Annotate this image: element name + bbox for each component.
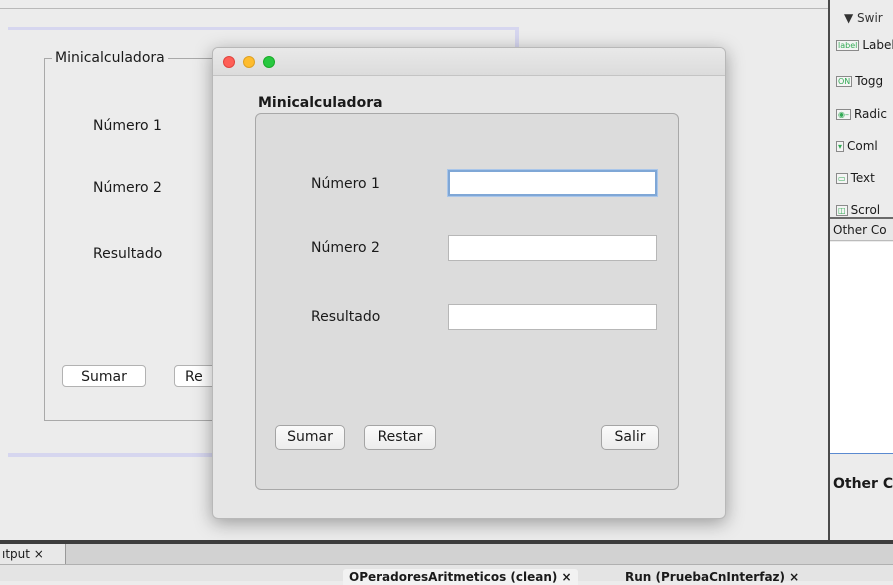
numero-1-input[interactable] xyxy=(448,170,657,196)
app-window: Minicalculadora Número 1 Número 2 Result… xyxy=(212,47,726,519)
palette-item-toggle-text: Togg xyxy=(855,74,884,88)
scroll-icon: ◫ xyxy=(836,205,848,216)
toggle-icon: ON xyxy=(836,76,853,87)
palette-item-label-text: Label xyxy=(862,38,893,52)
label-numero-2: Número 2 xyxy=(311,240,380,256)
palette-item-combo-text: Coml xyxy=(847,139,878,153)
label-resultado: Resultado xyxy=(311,309,381,325)
design-label-num1[interactable]: Número 1 xyxy=(93,118,162,134)
sumar-button[interactable]: Sumar xyxy=(275,425,345,450)
palette-item-text-text: Text xyxy=(850,171,875,185)
palette-other-title: Other C xyxy=(833,476,893,492)
restar-button[interactable]: Restar xyxy=(364,425,436,450)
palette-swing-header[interactable]: ▼ Swir xyxy=(830,8,893,28)
minimize-icon[interactable] xyxy=(243,56,255,68)
palette-other-header[interactable]: Other Co xyxy=(830,219,893,241)
palette-item-radio[interactable]: ◉– Radic xyxy=(836,107,893,127)
palette-item-toggle[interactable]: ON Togg xyxy=(836,74,893,94)
palette-item-text[interactable]: ▭ Text xyxy=(836,171,893,191)
window-heading: Minicalculadora xyxy=(258,95,383,111)
close-icon[interactable] xyxy=(223,56,235,68)
palette-item-label[interactable]: label Label xyxy=(836,38,893,58)
design-label-num2[interactable]: Número 2 xyxy=(93,180,162,196)
output-tab[interactable]: ıtput × xyxy=(0,544,66,564)
label-icon: label xyxy=(836,40,860,51)
palette-properties-area xyxy=(830,242,893,454)
palette-item-combo[interactable]: ▾ Coml xyxy=(836,139,893,159)
window-titlebar[interactable] xyxy=(213,48,725,76)
salir-button[interactable]: Salir xyxy=(601,425,659,450)
design-sumar-button[interactable]: Sumar xyxy=(62,365,146,387)
design-divider xyxy=(0,8,828,9)
radio-icon: ◉– xyxy=(836,109,851,120)
run-tab-run[interactable]: Run (PruebaCnInterfaz) × xyxy=(625,569,799,585)
resultado-field[interactable] xyxy=(448,304,657,330)
combo-icon: ▾ xyxy=(836,141,845,152)
numero-2-input[interactable] xyxy=(448,235,657,261)
palette-item-radio-text: Radic xyxy=(853,107,887,121)
label-numero-1: Número 1 xyxy=(311,176,380,192)
zoom-icon[interactable] xyxy=(263,56,275,68)
palette-item-scroll-text: Scrol xyxy=(850,203,881,217)
design-group-title: Minicalculadora xyxy=(52,50,168,66)
design-label-result[interactable]: Resultado xyxy=(93,246,162,262)
bottom-tab-bar xyxy=(0,544,893,565)
run-tab-clean[interactable]: OPeradoresAritmeticos (clean) × xyxy=(343,569,578,585)
textfield-icon: ▭ xyxy=(836,173,848,184)
